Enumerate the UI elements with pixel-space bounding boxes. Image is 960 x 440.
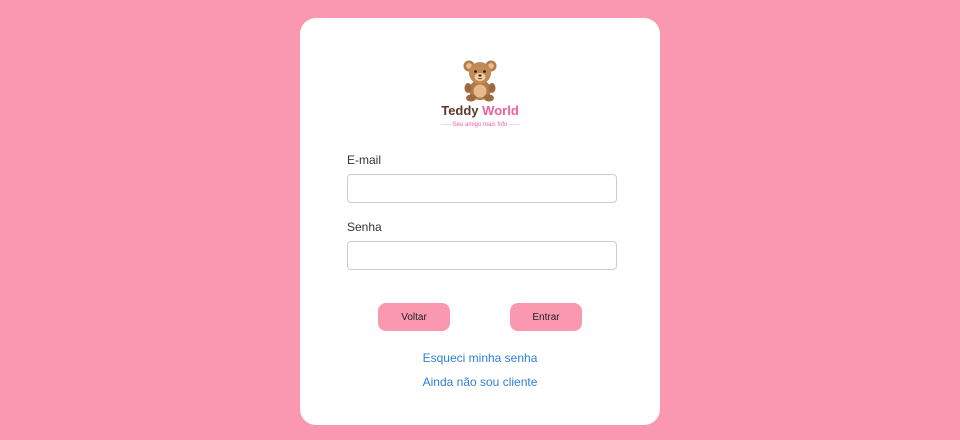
- tagline-divider-right: ——: [509, 122, 520, 128]
- password-field[interactable]: [347, 241, 617, 270]
- tagline-text: Seu amigo mais fofo: [452, 122, 508, 128]
- brand-name-part2: World: [482, 103, 519, 118]
- email-field[interactable]: [347, 174, 617, 203]
- forgot-password-link[interactable]: Esqueci minha senha: [300, 351, 660, 365]
- brand-name-part1: Teddy: [441, 103, 479, 118]
- login-button[interactable]: Entrar: [510, 303, 582, 331]
- password-label: Senha: [347, 220, 382, 234]
- back-button[interactable]: Voltar: [378, 303, 450, 331]
- brand-logo: Teddy World —— Seu amigo mais fofo ——: [430, 56, 530, 136]
- tagline-divider-left: ——: [440, 122, 452, 128]
- login-card: Teddy World —— Seu amigo mais fofo —— E-…: [300, 18, 660, 425]
- brand-tagline: —— Seu amigo mais fofo ——: [420, 122, 540, 128]
- teddy-bear-icon: [463, 60, 497, 102]
- email-label: E-mail: [347, 153, 382, 167]
- brand-name: Teddy World: [430, 103, 530, 118]
- signup-link[interactable]: Ainda não sou cliente: [300, 375, 660, 389]
